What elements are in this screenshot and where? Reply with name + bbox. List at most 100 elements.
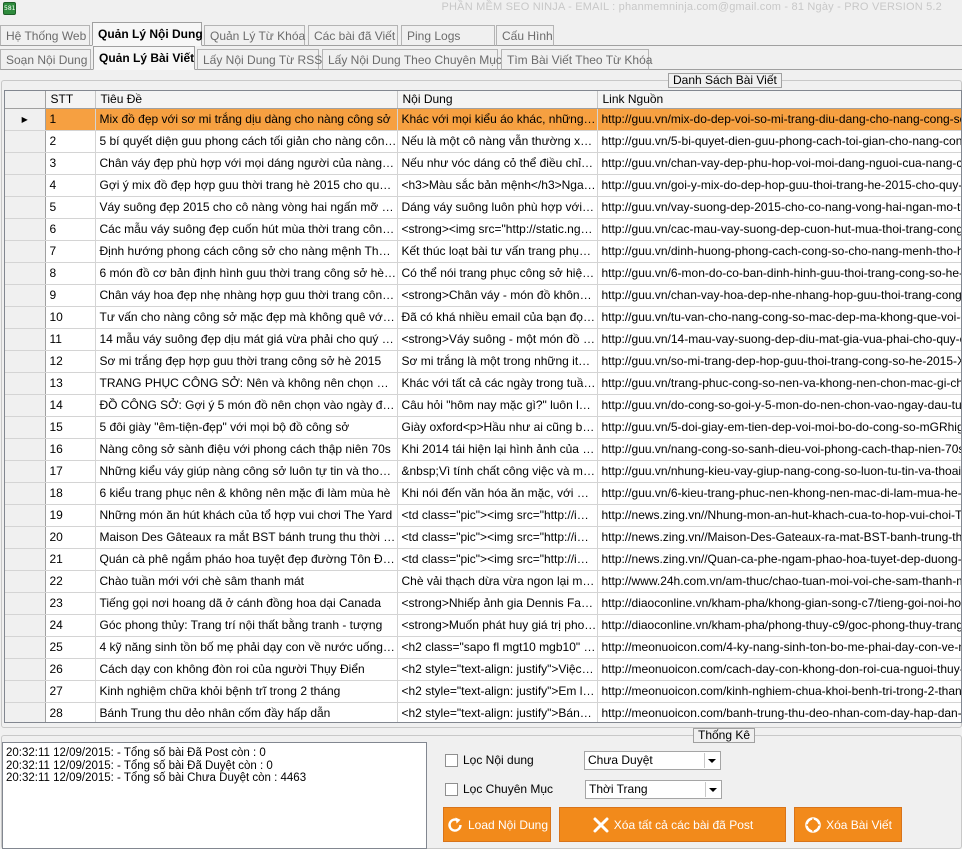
row-header[interactable] (5, 372, 46, 395)
cell-stt[interactable]: 12 (45, 350, 96, 373)
filter-category-checkbox[interactable]: Lọc Chuyên Mục (445, 782, 553, 796)
table-row[interactable]: 20 Maison Des Gâteaux ra mắt BST bánh tru… (5, 526, 961, 549)
table-row[interactable]: 9 Chân váy hoa đẹp nhẹ nhàng hợp guu thời… (5, 284, 961, 307)
column-header-stt[interactable]: STT (45, 91, 96, 109)
row-header[interactable] (5, 152, 46, 175)
cell-content[interactable]: <strong>Nhiếp ảnh gia Dennis Fast đã... (397, 592, 598, 615)
delete-article-button[interactable]: Xóa Bài Viết (794, 807, 902, 842)
cell-content[interactable]: <td class="pic"><img src="http://img.... (397, 504, 598, 527)
cell-content[interactable]: Câu hỏi "hôm nay mặc gì?" luôn là câ... (397, 394, 598, 417)
row-header[interactable] (5, 702, 46, 722)
table-row[interactable]: 15 5 đôi giày "êm-tiện-đẹp" với mọi bộ đồ… (5, 416, 961, 439)
cell-stt[interactable]: 13 (45, 372, 96, 395)
cell-stt[interactable]: 23 (45, 592, 96, 615)
cell-title[interactable]: Váy suông đẹp 2015 cho cô nàng vòng hai … (95, 196, 398, 219)
cell-title[interactable]: Gợi ý mix đồ đẹp hợp guu thời trang hè 2… (95, 174, 398, 197)
cell-link[interactable]: http://meonuoicon.com/banh-trung-thu-deo… (597, 702, 961, 722)
cell-stt[interactable]: 26 (45, 658, 96, 681)
cell-link[interactable]: http://meonuoicon.com/cach-day-con-khong… (597, 658, 961, 681)
cell-title[interactable]: Nàng công sở sành điệu với phong cách th… (95, 438, 398, 461)
row-header[interactable] (5, 394, 46, 417)
row-header[interactable] (5, 680, 46, 703)
table-row[interactable]: 14 ĐỒ CÔNG SỞ: Gợi ý 5 món đồ nên chọn và… (5, 394, 961, 417)
tab-quan-ly-bai-viet[interactable]: Quản Lý Bài Viết (93, 46, 195, 70)
cell-stt[interactable]: 1 (45, 108, 96, 131)
row-header[interactable] (5, 240, 46, 263)
cell-link[interactable]: http://guu.vn/trang-phuc-cong-so-nen-va-… (597, 372, 961, 395)
cell-title[interactable]: 6 kiểu trang phục nên & không nên mặc đi… (95, 482, 398, 505)
cell-title[interactable]: Cách dạy con không đòn roi của người Thụ… (95, 658, 398, 681)
cell-stt[interactable]: 22 (45, 570, 96, 593)
table-row[interactable]: 86 món đồ cơ bản định hình guu thời tran… (5, 262, 961, 285)
cell-link[interactable]: http://news.zing.vn//Nhung-mon-an-hut-kh… (597, 504, 961, 527)
table-row[interactable]: 5 Váy suông đẹp 2015 cho cô nàng vòng hai… (5, 196, 961, 219)
tab-cau-hinh[interactable]: Cấu Hình (496, 25, 554, 46)
table-row[interactable]: 26 Cách dạy con không đòn roi của người T… (5, 658, 961, 681)
cell-link[interactable]: http://guu.vn/6-mon-do-co-ban-dinh-hinh-… (597, 262, 961, 285)
tab-lay-noi-dung-chuyen-muc[interactable]: Lấy Nội Dung Theo Chuyên Mục (322, 49, 502, 70)
cell-content[interactable]: &nbsp;Vì tính chất công việc và môi tr..… (397, 460, 598, 483)
cell-stt[interactable]: 5 (45, 196, 96, 219)
cell-title[interactable]: 14 mẫu váy suông đẹp dịu mát giá vừa phả… (95, 328, 398, 351)
cell-stt[interactable]: 16 (45, 438, 96, 461)
cell-link[interactable]: http://guu.vn/do-cong-so-goi-y-5-mon-do-… (597, 394, 961, 417)
tab-quan-ly-tu-khoa[interactable]: Quản Lý Từ Khóa (204, 25, 305, 46)
table-row[interactable]: 24 Góc phong thủy: Trang trí nội thất bằn… (5, 614, 961, 637)
cell-title[interactable]: Định hướng phong cách công sở cho nàng m… (95, 240, 398, 263)
table-row[interactable]: 16 Nàng công sở sành điệu với phong cách … (5, 438, 961, 461)
cell-link[interactable]: http://guu.vn/tu-van-cho-nang-cong-so-ma… (597, 306, 961, 329)
row-header[interactable] (5, 570, 46, 593)
cell-title[interactable]: Maison Des Gâteaux ra mắt BST bánh trung… (95, 526, 398, 549)
cell-content[interactable]: <strong>Váy suông - một món đồ kh... (397, 328, 598, 351)
cell-stt[interactable]: 20 (45, 526, 96, 549)
cell-content[interactable]: <h2 style="text-align: justify">Bánh dẻ.… (397, 702, 598, 722)
chevron-down-icon[interactable] (704, 753, 719, 768)
cell-stt[interactable]: 21 (45, 548, 96, 571)
cell-content[interactable]: Khác với mọi kiểu áo khác, những chi... (397, 108, 598, 131)
column-header-content[interactable]: Nội Dung (397, 91, 598, 109)
table-row[interactable]: 28 Bánh Trung thu dẻo nhân cốm đầy hấp dẫ… (5, 702, 961, 722)
cell-stt[interactable]: 14 (45, 394, 96, 417)
column-header-title[interactable]: Tiêu Đề (95, 91, 398, 109)
cell-title[interactable]: Mix đồ đẹp với sơ mi trắng dịu dàng cho … (95, 108, 398, 131)
table-row[interactable]: 18 6 kiểu trang phục nên & không nên mặc … (5, 482, 961, 505)
cell-link[interactable]: http://diaoconline.vn/kham-pha/phong-thu… (597, 614, 961, 637)
cell-content[interactable]: Có thể nói trang phục công sở hiện na... (397, 262, 598, 285)
cell-link[interactable]: http://diaoconline.vn/kham-pha/khong-gia… (597, 592, 961, 615)
cell-link[interactable]: http://meonuoicon.com/kinh-nghiem-chua-k… (597, 680, 961, 703)
cell-stt[interactable]: 10 (45, 306, 96, 329)
cell-link[interactable]: http://guu.vn/chan-vay-hoa-dep-nhe-nhang… (597, 284, 961, 307)
load-content-button[interactable]: Load Nội Dung (443, 807, 551, 842)
table-row[interactable]: ▶ 1 Mix đồ đẹp với sơ mi trắng dịu dàng ch… (5, 108, 961, 131)
cell-content[interactable]: <h2 class="sapo fl mgt10 mgb10" style... (397, 636, 598, 659)
cell-title[interactable]: 4 kỹ năng sinh tồn bố mẹ phải dạy con về… (95, 636, 398, 659)
cell-stt[interactable]: 19 (45, 504, 96, 527)
cell-link[interactable]: http://news.zing.vn//Quan-ca-phe-ngam-ph… (597, 548, 961, 571)
cell-content[interactable]: Giày oxford<p>Hầu như ai cũng biết ... (397, 416, 598, 439)
tab-ping-logs[interactable]: Ping Logs (401, 25, 495, 46)
cell-stt[interactable]: 2 (45, 130, 96, 153)
checkbox-box[interactable] (445, 753, 458, 767)
table-row[interactable]: 13 TRANG PHỤC CÔNG SỞ: Nên và không nên c… (5, 372, 961, 395)
cell-link[interactable]: http://guu.vn/nhung-kieu-vay-giup-nang-c… (597, 460, 961, 483)
cell-content[interactable]: <td class="pic"><img src="http://img.... (397, 526, 598, 549)
row-header[interactable] (5, 350, 46, 373)
cell-link[interactable]: http://guu.vn/chan-vay-dep-phu-hop-voi-m… (597, 152, 961, 175)
cell-title[interactable]: Chào tuần mới với chè sâm thanh mát (95, 570, 398, 593)
cell-stt[interactable]: 11 (45, 328, 96, 351)
cell-stt[interactable]: 18 (45, 482, 96, 505)
cell-title[interactable]: Tư vấn cho nàng công sở mặc đẹp mà không… (95, 306, 398, 329)
cell-link[interactable]: http://guu.vn/so-mi-trang-dep-hop-guu-th… (597, 350, 961, 373)
row-header[interactable] (5, 130, 46, 153)
tab-soan-noi-dung[interactable]: Soạn Nội Dung (0, 49, 91, 70)
cell-content[interactable]: Khác với tất cả các ngày trong tuần, t..… (397, 372, 598, 395)
cell-content[interactable]: Khi 2014 tái hiện lại hình ảnh của thập.… (397, 438, 598, 461)
cell-link[interactable]: http://guu.vn/dinh-huong-phong-cach-cong… (597, 240, 961, 263)
cell-stt[interactable]: 9 (45, 284, 96, 307)
cell-link[interactable]: http://guu.vn/6-kieu-trang-phuc-nen-khon… (597, 482, 961, 505)
cell-title[interactable]: TRANG PHỤC CÔNG SỞ: Nên và không nên chọ… (95, 372, 398, 395)
tab-quan-ly-noi-dung[interactable]: Quản Lý Nội Dung (92, 22, 203, 46)
row-header[interactable] (5, 592, 46, 615)
cell-title[interactable]: Kinh nghiệm chữa khỏi bệnh trĩ trong 2 t… (95, 680, 398, 703)
cell-stt[interactable]: 25 (45, 636, 96, 659)
